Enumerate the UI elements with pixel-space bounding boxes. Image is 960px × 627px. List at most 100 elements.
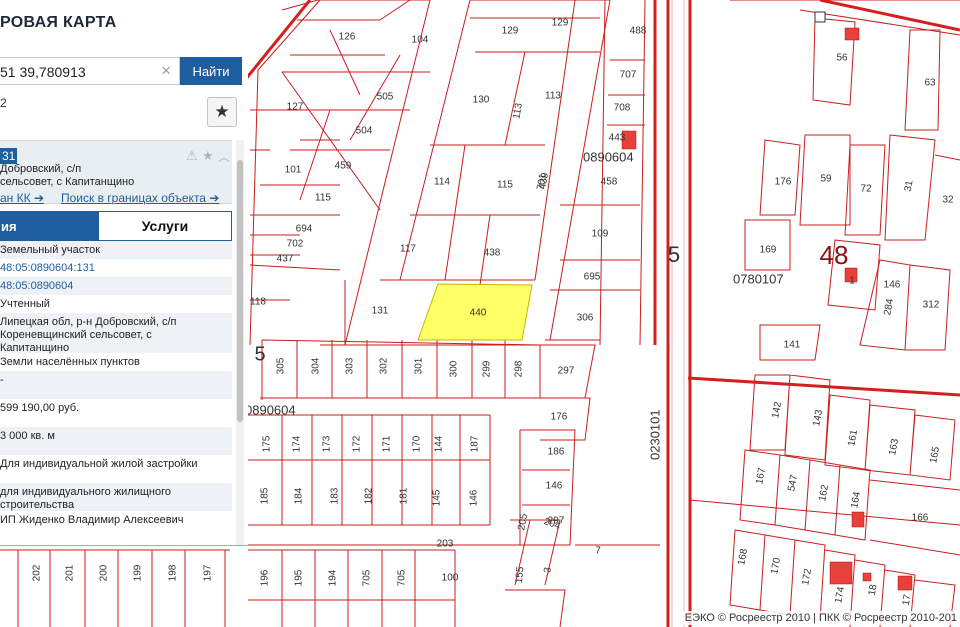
parcel-label: 118 (250, 297, 266, 308)
link-search-in-bounds[interactable]: Поиск в границах объекта ➔ (61, 191, 219, 205)
clear-icon[interactable]: × (161, 61, 171, 81)
chevron-up-icon[interactable]: ︿ (218, 148, 230, 165)
find-button[interactable]: Найти (180, 57, 242, 85)
attribute-row: для индивидуального жилищного строительст… (0, 483, 232, 511)
parcel-label: 443 (609, 133, 626, 144)
attribute-row: - (0, 371, 232, 399)
parcel-label: 101 (285, 165, 302, 176)
object-address-line1: Добровский, с/п (0, 163, 82, 175)
parcel-label: 146 (546, 481, 563, 492)
parcel-label: 115 (497, 180, 513, 191)
parcel-label: 300 (449, 360, 460, 377)
attribute-link[interactable]: 48:05:0890604 (0, 280, 232, 293)
parcel-label: 1 (849, 276, 855, 287)
parcel-label: 183 (330, 487, 341, 504)
parcel-label: 170 (412, 435, 423, 452)
parcel-label: 56 (836, 53, 848, 64)
parcel-label: 109 (592, 229, 609, 240)
parcel-label: 114 (434, 177, 450, 188)
parcel-label: 702 (287, 239, 304, 250)
parcel-label: 695 (584, 272, 601, 283)
attribute-row: Земли населённых пунктов (0, 353, 232, 371)
parcel-label: 438 (484, 248, 501, 259)
parcel-label: 202 (32, 564, 43, 581)
parcel-label: 298 (514, 360, 525, 377)
parcel-label: 155 (514, 566, 526, 584)
search-input[interactable]: 51 39,780913 × (0, 57, 180, 85)
parcel-label: 505 (377, 92, 394, 103)
scrollbar-thumb[interactable] (237, 160, 243, 422)
parcel-label: 196 (260, 569, 271, 586)
parcel-label: 199 (133, 564, 144, 581)
parcel-label: 707 (620, 70, 637, 81)
parcel-label: 299 (482, 360, 493, 377)
parcel-label: 504 (356, 126, 373, 137)
parcel-label: 59 (820, 174, 832, 185)
attribute-row[interactable]: 48:05:0890604 (0, 277, 232, 295)
attribute-value: 599 190,00 руб. (0, 402, 80, 414)
star-icon: ★ (214, 102, 230, 121)
parcel-label: 203 (437, 539, 454, 550)
parcel-label: 176 (551, 412, 568, 423)
parcel-label: 127 (287, 102, 304, 113)
parcel-label: 305 (276, 357, 287, 374)
parcel-label: 303 (345, 357, 356, 374)
parcel-label: 297 (558, 366, 575, 377)
parcel-label: 304 (311, 357, 322, 374)
parcel-label: 694 (296, 224, 313, 235)
parcel-label: 488 (630, 26, 647, 37)
parcel-label: 440 (470, 308, 487, 319)
favorite-button[interactable]: ★ (207, 97, 237, 127)
parcel-label: 459 (335, 161, 352, 172)
parcel-label: 115 (315, 193, 331, 204)
object-card: 31 Добровский, с/п сельсовет, с Капитанщ… (0, 140, 232, 545)
district-label: 48 (820, 240, 849, 270)
parcel-label: 7 (595, 546, 601, 557)
parcel-label: 104 (412, 35, 429, 46)
parcel-label: 200 (99, 564, 110, 581)
attribute-row: Для индивидуальной жилой застройки (0, 455, 232, 483)
parcel-label: 182 (364, 487, 375, 504)
parcel-label: 198 (168, 564, 179, 581)
district-label: 5 (254, 343, 265, 365)
parcel-label: 194 (328, 569, 339, 586)
parcel-label: 72 (860, 184, 872, 195)
quarter-label: 0890604 (583, 149, 634, 164)
parcel-label: 705 (362, 569, 373, 586)
warning-icon[interactable]: ⚠ (186, 148, 198, 164)
parcel-label: 117 (400, 244, 416, 255)
quarter-label: 0780107 (733, 271, 784, 286)
tab-info[interactable]: ия (1, 212, 99, 240)
search-value[interactable]: 51 39,780913 (0, 64, 86, 80)
parcel-label: 145 (432, 489, 443, 506)
star-icon[interactable]: ★ (202, 148, 214, 164)
parcel-label: 113 (545, 91, 561, 102)
card-tabs: ия Услуги (0, 211, 232, 241)
attribute-value: Земельный участок (0, 244, 101, 256)
parcel-label: 302 (379, 357, 390, 374)
parcel-label: 705 (397, 569, 408, 586)
attribute-value: 3 000 кв. м (0, 430, 55, 442)
parcel-label: 186 (548, 447, 565, 458)
attribute-row[interactable]: 48:05:0890604:131 (0, 259, 232, 277)
attribute-value: - (0, 374, 4, 386)
parcel-label: 129 (552, 18, 569, 29)
tab-services[interactable]: Услуги (99, 212, 231, 240)
app-title: РОВАЯ КАРТА (0, 14, 117, 31)
parcel-label: 458 (601, 177, 618, 188)
district-label: 5 (668, 242, 680, 267)
attribute-row: 3 000 кв. м (0, 427, 232, 455)
link-plan[interactable]: ан КК ➔ (0, 191, 44, 205)
parcel-label: 185 (260, 487, 271, 504)
parcel-label: 301 (414, 357, 425, 374)
attribute-value: для индивидуального жилищного (0, 486, 172, 498)
parcel-label: 126 (339, 32, 356, 43)
attribute-link[interactable]: 48:05:0890604:131 (0, 262, 232, 275)
results-count: 2 (0, 96, 7, 110)
object-number[interactable]: 31 (0, 148, 18, 164)
parcel-label: 144 (434, 435, 445, 452)
parcel-label: 187 (470, 435, 481, 452)
parcel-label: 32 (942, 195, 954, 206)
attribute-value: Учтенный (0, 298, 50, 310)
map-attribution: ЕЭКО © Росреестр 2010 | ПКК © Росреестр … (681, 611, 960, 625)
